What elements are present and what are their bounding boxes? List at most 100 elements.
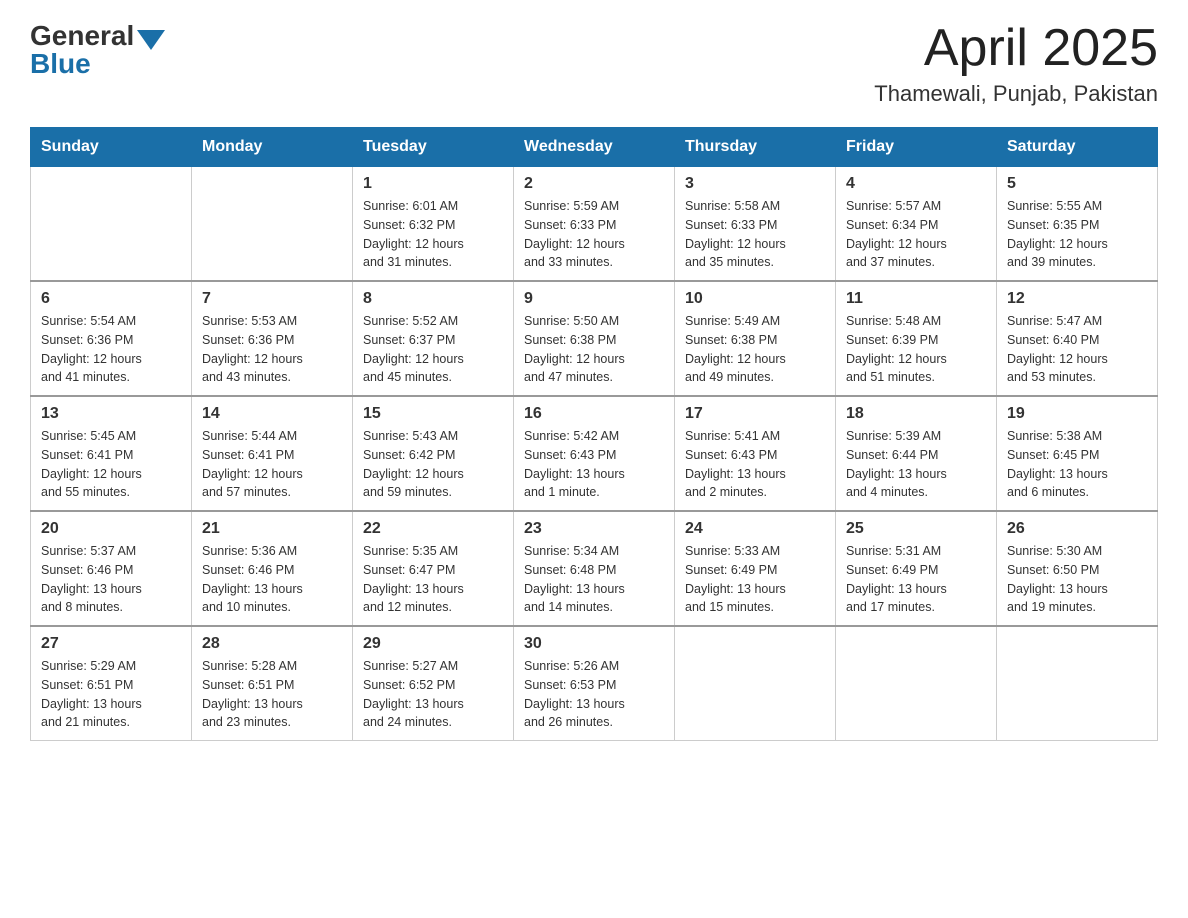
- header-cell-tuesday: Tuesday: [353, 128, 514, 167]
- calendar-cell: 9 Sunrise: 5:50 AM Sunset: 6:38 PM Daylig…: [514, 281, 675, 396]
- calendar-cell: 14 Sunrise: 5:44 AM Sunset: 6:41 PM Dayli…: [192, 396, 353, 511]
- day-info: Sunrise: 5:59 AM Sunset: 6:33 PM Dayligh…: [524, 197, 664, 272]
- day-number: 21: [202, 520, 342, 538]
- day-info: Sunrise: 5:26 AM Sunset: 6:53 PM Dayligh…: [524, 657, 664, 732]
- day-number: 28: [202, 635, 342, 653]
- day-info: Sunrise: 5:45 AM Sunset: 6:41 PM Dayligh…: [41, 427, 181, 502]
- calendar-cell: 11 Sunrise: 5:48 AM Sunset: 6:39 PM Dayli…: [836, 281, 997, 396]
- day-info: Sunrise: 5:39 AM Sunset: 6:44 PM Dayligh…: [846, 427, 986, 502]
- day-info: Sunrise: 5:42 AM Sunset: 6:43 PM Dayligh…: [524, 427, 664, 502]
- logo-arrow-icon: [137, 30, 165, 50]
- week-row-4: 20Sunrise: 5:37 AM Sunset: 6:46 PM Dayli…: [31, 511, 1158, 626]
- calendar-cell: 13 Sunrise: 5:45 AM Sunset: 6:41 PM Dayli…: [31, 396, 192, 511]
- location-text: Thamewali, Punjab, Pakistan: [874, 81, 1158, 107]
- day-info: Sunrise: 5:38 AM Sunset: 6:45 PM Dayligh…: [1007, 427, 1147, 502]
- calendar-cell: 12Sunrise: 5:47 AM Sunset: 6:40 PM Dayli…: [997, 281, 1158, 396]
- day-info: Sunrise: 5:44 AM Sunset: 6:41 PM Dayligh…: [202, 427, 342, 502]
- calendar-cell: 17Sunrise: 5:41 AM Sunset: 6:43 PM Dayli…: [675, 396, 836, 511]
- day-info: Sunrise: 5:31 AM Sunset: 6:49 PM Dayligh…: [846, 542, 986, 617]
- page-header: General Blue April 2025 Thamewali, Punja…: [30, 20, 1158, 107]
- day-number: 15: [363, 405, 503, 423]
- day-number: 30: [524, 635, 664, 653]
- calendar-cell: 5Sunrise: 5:55 AM Sunset: 6:35 PM Daylig…: [997, 167, 1158, 282]
- day-info: Sunrise: 5:48 AM Sunset: 6:39 PM Dayligh…: [846, 312, 986, 387]
- calendar-cell: 30 Sunrise: 5:26 AM Sunset: 6:53 PM Dayli…: [514, 626, 675, 741]
- calendar-cell: 28 Sunrise: 5:28 AM Sunset: 6:51 PM Dayli…: [192, 626, 353, 741]
- calendar-cell: 20Sunrise: 5:37 AM Sunset: 6:46 PM Dayli…: [31, 511, 192, 626]
- calendar-cell: 23Sunrise: 5:34 AM Sunset: 6:48 PM Dayli…: [514, 511, 675, 626]
- header-cell-sunday: Sunday: [31, 128, 192, 167]
- day-info: Sunrise: 5:57 AM Sunset: 6:34 PM Dayligh…: [846, 197, 986, 272]
- day-info: Sunrise: 5:27 AM Sunset: 6:52 PM Dayligh…: [363, 657, 503, 732]
- day-info: Sunrise: 5:35 AM Sunset: 6:47 PM Dayligh…: [363, 542, 503, 617]
- calendar-cell: [192, 167, 353, 282]
- calendar-cell: 1 Sunrise: 6:01 AM Sunset: 6:32 PM Daylig…: [353, 167, 514, 282]
- day-number: 22: [363, 520, 503, 538]
- day-info: Sunrise: 5:55 AM Sunset: 6:35 PM Dayligh…: [1007, 197, 1147, 272]
- day-number: 2: [524, 175, 664, 193]
- week-row-1: 1 Sunrise: 6:01 AM Sunset: 6:32 PM Daylig…: [31, 167, 1158, 282]
- day-info: Sunrise: 5:53 AM Sunset: 6:36 PM Dayligh…: [202, 312, 342, 387]
- day-number: 13: [41, 405, 181, 423]
- day-number: 18: [846, 405, 986, 423]
- header-row: SundayMondayTuesdayWednesdayThursdayFrid…: [31, 128, 1158, 167]
- day-number: 7: [202, 290, 342, 308]
- day-number: 29: [363, 635, 503, 653]
- day-number: 9: [524, 290, 664, 308]
- day-info: Sunrise: 5:43 AM Sunset: 6:42 PM Dayligh…: [363, 427, 503, 502]
- header-cell-wednesday: Wednesday: [514, 128, 675, 167]
- calendar-cell: 24 Sunrise: 5:33 AM Sunset: 6:49 PM Dayli…: [675, 511, 836, 626]
- day-number: 10: [685, 290, 825, 308]
- day-number: 1: [363, 175, 503, 193]
- calendar-cell: 29 Sunrise: 5:27 AM Sunset: 6:52 PM Dayli…: [353, 626, 514, 741]
- day-info: Sunrise: 5:47 AM Sunset: 6:40 PM Dayligh…: [1007, 312, 1147, 387]
- header-cell-monday: Monday: [192, 128, 353, 167]
- calendar-cell: 2 Sunrise: 5:59 AM Sunset: 6:33 PM Daylig…: [514, 167, 675, 282]
- calendar-cell: [675, 626, 836, 741]
- day-info: Sunrise: 6:01 AM Sunset: 6:32 PM Dayligh…: [363, 197, 503, 272]
- calendar-cell: 8 Sunrise: 5:52 AM Sunset: 6:37 PM Daylig…: [353, 281, 514, 396]
- day-number: 14: [202, 405, 342, 423]
- day-info: Sunrise: 5:50 AM Sunset: 6:38 PM Dayligh…: [524, 312, 664, 387]
- calendar-cell: 15 Sunrise: 5:43 AM Sunset: 6:42 PM Dayli…: [353, 396, 514, 511]
- calendar-cell: 19 Sunrise: 5:38 AM Sunset: 6:45 PM Dayli…: [997, 396, 1158, 511]
- day-number: 19: [1007, 405, 1147, 423]
- day-number: 11: [846, 290, 986, 308]
- month-year-title: April 2025: [874, 20, 1158, 77]
- calendar-cell: 6 Sunrise: 5:54 AM Sunset: 6:36 PM Daylig…: [31, 281, 192, 396]
- calendar-cell: 7 Sunrise: 5:53 AM Sunset: 6:36 PM Daylig…: [192, 281, 353, 396]
- day-info: Sunrise: 5:54 AM Sunset: 6:36 PM Dayligh…: [41, 312, 181, 387]
- day-info: Sunrise: 5:52 AM Sunset: 6:37 PM Dayligh…: [363, 312, 503, 387]
- day-info: Sunrise: 5:34 AM Sunset: 6:48 PM Dayligh…: [524, 542, 664, 617]
- logo: General Blue: [30, 20, 165, 80]
- day-number: 4: [846, 175, 986, 193]
- day-info: Sunrise: 5:29 AM Sunset: 6:51 PM Dayligh…: [41, 657, 181, 732]
- day-info: Sunrise: 5:49 AM Sunset: 6:38 PM Dayligh…: [685, 312, 825, 387]
- calendar-cell: [997, 626, 1158, 741]
- day-number: 3: [685, 175, 825, 193]
- week-row-2: 6 Sunrise: 5:54 AM Sunset: 6:36 PM Daylig…: [31, 281, 1158, 396]
- logo-blue-text: Blue: [30, 48, 91, 80]
- header-cell-thursday: Thursday: [675, 128, 836, 167]
- calendar-cell: 10 Sunrise: 5:49 AM Sunset: 6:38 PM Dayli…: [675, 281, 836, 396]
- day-number: 24: [685, 520, 825, 538]
- calendar-cell: 26 Sunrise: 5:30 AM Sunset: 6:50 PM Dayli…: [997, 511, 1158, 626]
- day-info: Sunrise: 5:30 AM Sunset: 6:50 PM Dayligh…: [1007, 542, 1147, 617]
- day-info: Sunrise: 5:58 AM Sunset: 6:33 PM Dayligh…: [685, 197, 825, 272]
- header-cell-saturday: Saturday: [997, 128, 1158, 167]
- day-number: 26: [1007, 520, 1147, 538]
- calendar-cell: [31, 167, 192, 282]
- day-info: Sunrise: 5:28 AM Sunset: 6:51 PM Dayligh…: [202, 657, 342, 732]
- day-number: 27: [41, 635, 181, 653]
- week-row-3: 13 Sunrise: 5:45 AM Sunset: 6:41 PM Dayli…: [31, 396, 1158, 511]
- calendar-cell: 27 Sunrise: 5:29 AM Sunset: 6:51 PM Dayli…: [31, 626, 192, 741]
- day-number: 20: [41, 520, 181, 538]
- day-number: 6: [41, 290, 181, 308]
- day-number: 8: [363, 290, 503, 308]
- calendar-cell: 25Sunrise: 5:31 AM Sunset: 6:49 PM Dayli…: [836, 511, 997, 626]
- calendar-cell: 4 Sunrise: 5:57 AM Sunset: 6:34 PM Daylig…: [836, 167, 997, 282]
- calendar-cell: 22 Sunrise: 5:35 AM Sunset: 6:47 PM Dayli…: [353, 511, 514, 626]
- week-row-5: 27 Sunrise: 5:29 AM Sunset: 6:51 PM Dayli…: [31, 626, 1158, 741]
- calendar-cell: 16Sunrise: 5:42 AM Sunset: 6:43 PM Dayli…: [514, 396, 675, 511]
- day-info: Sunrise: 5:33 AM Sunset: 6:49 PM Dayligh…: [685, 542, 825, 617]
